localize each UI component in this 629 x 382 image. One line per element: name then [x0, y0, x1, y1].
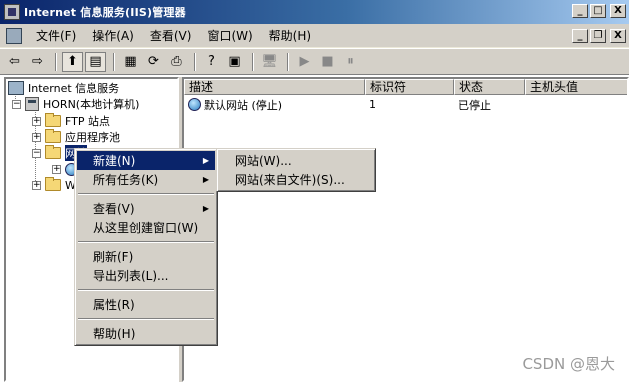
column-description[interactable]: 描述 — [184, 79, 365, 95]
submenu-arrow-icon: ▶ — [202, 204, 209, 213]
list-header: 描述 标识符 状态 主机头值 — [184, 79, 627, 95]
close-button[interactable]: X — [610, 4, 626, 18]
tree-item-ftp[interactable]: + FTP 站点 — [32, 113, 110, 129]
ctx-refresh[interactable]: 刷新(F) — [77, 247, 215, 266]
menu-separator — [78, 318, 214, 320]
inner-window-controls: _ ❐ X — [572, 29, 626, 43]
watermark: CSDN @恩大 — [522, 355, 615, 373]
submenu-website[interactable]: 网站(W)... — [219, 151, 373, 170]
window-controls: _ □ X — [572, 4, 626, 18]
help-icon[interactable]: ? — [201, 52, 222, 72]
toolbar: ⇦ ⇨ ⬆ ▤ ▦ ⟳ ⎙ ? ▣ 🖥 ▶ ■ ⏸ — [0, 48, 629, 75]
properties-icon[interactable]: ▦ — [120, 52, 141, 72]
tree-item-label: 应用程序池 — [65, 131, 120, 144]
ctx-new[interactable]: 新建(N) ▶ — [77, 151, 215, 170]
expand-icon[interactable]: + — [52, 164, 61, 174]
row-identifier: 1 — [369, 98, 376, 111]
tree-item-label: HORN(本地计算机) — [43, 98, 140, 111]
inner-close-button[interactable]: X — [610, 29, 626, 43]
menu-separator — [78, 241, 214, 243]
export-list-icon[interactable]: ⎙ — [166, 52, 187, 72]
tree-item-label: FTP 站点 — [65, 115, 110, 128]
folder-icon — [45, 177, 61, 191]
column-identifier[interactable]: 标识符 — [365, 79, 454, 95]
row-description: 默认网站 (停止) — [204, 98, 283, 112]
toolbar-separator — [194, 52, 196, 71]
website-stopped-icon — [188, 98, 201, 111]
submenu-arrow-icon: ▶ — [202, 175, 209, 184]
up-level-icon[interactable]: ⬆ — [62, 51, 83, 72]
tree-item-web-extensions[interactable]: + W — [32, 177, 76, 193]
server-icon — [25, 97, 39, 111]
inner-minimize-button[interactable]: _ — [572, 29, 588, 43]
iis-app-icon — [4, 4, 20, 20]
forward-arrow-icon[interactable]: ⇨ — [27, 52, 48, 72]
play-icon[interactable]: ▶ — [294, 52, 315, 72]
stop-icon[interactable]: ■ — [317, 52, 338, 72]
menu-view[interactable]: 查看(V) — [142, 27, 200, 44]
toolbar-separator — [113, 52, 115, 71]
ctx-help[interactable]: 帮助(H) — [77, 324, 215, 343]
menu-bar: 文件(F) 操作(A) 查看(V) 窗口(W) 帮助(H) _ ❐ X — [0, 24, 629, 48]
pause-icon[interactable]: ⏸ — [340, 52, 361, 72]
maximize-button[interactable]: □ — [590, 4, 606, 18]
back-arrow-icon[interactable]: ⇦ — [4, 52, 25, 72]
menu-help[interactable]: 帮助(H) — [261, 27, 319, 44]
menu-separator — [78, 193, 214, 195]
expand-icon[interactable]: + — [32, 180, 41, 190]
submenu-arrow-icon: ▶ — [202, 156, 209, 165]
column-host-header[interactable]: 主机头值 — [525, 79, 627, 95]
computer-icon[interactable]: 🖥 — [259, 52, 280, 72]
tree-item-apppool[interactable]: + 应用程序池 — [32, 129, 120, 145]
folder-open-icon — [45, 145, 61, 159]
toolbar-separator — [55, 52, 57, 71]
menu-separator — [78, 289, 214, 291]
window-title: Internet 信息服务(IIS)管理器 — [24, 6, 186, 19]
console-tree-icon[interactable]: ▣ — [224, 52, 245, 72]
title-bar: Internet 信息服务(IIS)管理器 _ □ X — [0, 0, 629, 24]
iis-icon — [8, 81, 24, 95]
menu-file[interactable]: 文件(F) — [28, 27, 84, 44]
menu-window[interactable]: 窗口(W) — [199, 27, 260, 44]
ctx-export-list[interactable]: 导出列表(L)... — [77, 266, 215, 285]
ctx-new-label: 新建(N) — [93, 154, 136, 168]
tree-item-server[interactable]: − HORN(本地计算机) — [12, 96, 139, 112]
list-pane[interactable]: 描述 标识符 状态 主机头值 默认网站 (停止) 1 已停止 — [182, 77, 629, 382]
table-row[interactable]: 默认网站 (停止) 1 已停止 — [184, 96, 627, 113]
expand-icon[interactable]: + — [32, 132, 41, 142]
toolbar-separator — [287, 52, 289, 71]
collapse-icon[interactable]: − — [32, 148, 41, 158]
row-description-cell: 默认网站 (停止) — [184, 97, 365, 113]
refresh-icon[interactable]: ⟳ — [143, 52, 164, 72]
ctx-all-tasks-label: 所有任务(K) — [93, 173, 159, 187]
tree-item-label: Internet 信息服务 — [28, 82, 120, 95]
column-status[interactable]: 状态 — [454, 79, 525, 95]
folder-icon — [45, 113, 61, 127]
context-menu: 新建(N) ▶ 所有任务(K) ▶ 查看(V) ▶ 从这里创建窗口(W) 刷新(… — [74, 148, 218, 346]
console-icon[interactable] — [6, 27, 22, 44]
ctx-view-label: 查看(V) — [93, 202, 135, 216]
ctx-all-tasks[interactable]: 所有任务(K) ▶ — [77, 170, 215, 189]
tree-item-root[interactable]: Internet 信息服务 — [8, 80, 119, 96]
minimize-button[interactable]: _ — [572, 4, 588, 18]
expand-icon[interactable]: + — [32, 116, 41, 126]
ctx-view[interactable]: 查看(V) ▶ — [77, 199, 215, 218]
submenu-website-from-file[interactable]: 网站(来自文件)(S)... — [219, 170, 373, 189]
menu-action[interactable]: 操作(A) — [84, 27, 142, 44]
collapse-icon[interactable]: − — [12, 99, 21, 109]
toolbar-separator — [252, 52, 254, 71]
show-tree-icon[interactable]: ▤ — [85, 51, 106, 72]
inner-restore-button[interactable]: ❐ — [590, 29, 606, 43]
ctx-new-window[interactable]: 从这里创建窗口(W) — [77, 218, 215, 237]
row-status: 已停止 — [458, 98, 491, 112]
ctx-properties[interactable]: 属性(R) — [77, 295, 215, 314]
folder-icon — [45, 129, 61, 143]
new-submenu: 网站(W)... 网站(来自文件)(S)... — [216, 148, 376, 192]
